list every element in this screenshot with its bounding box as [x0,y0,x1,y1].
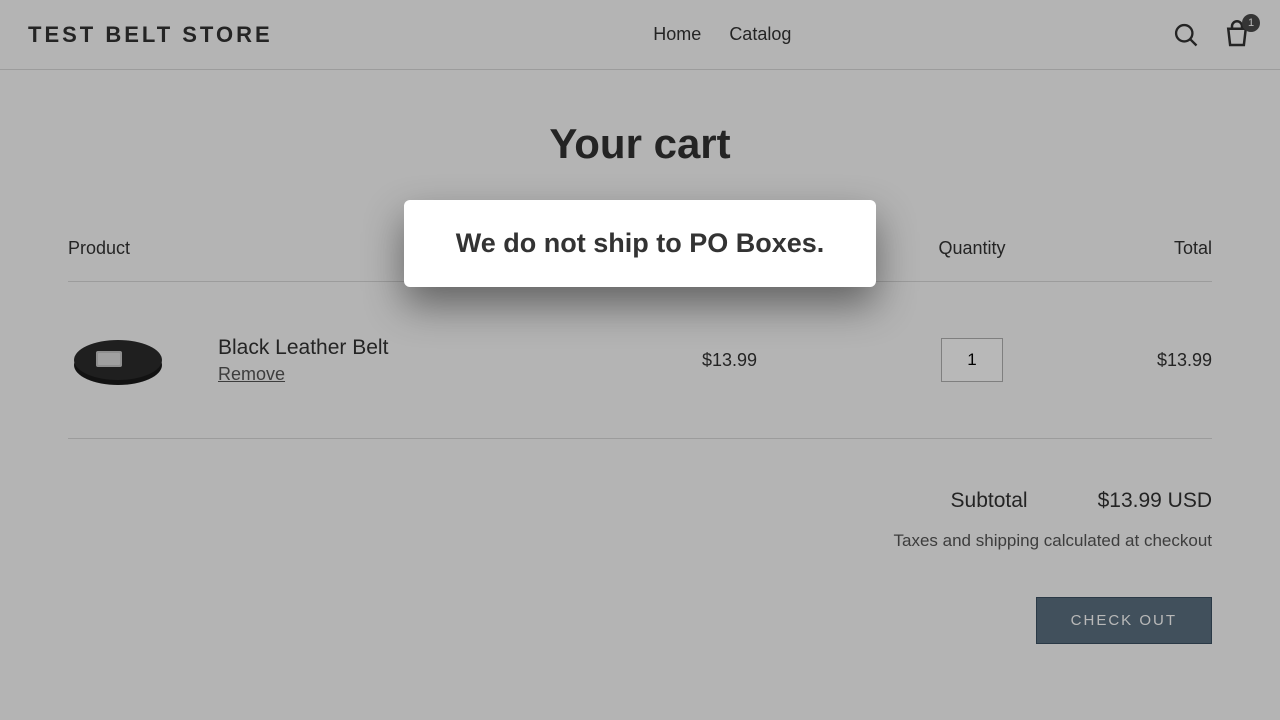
modal-overlay[interactable]: We do not ship to PO Boxes. [0,0,1280,720]
shipping-notice-modal: We do not ship to PO Boxes. [404,200,877,287]
modal-message: We do not ship to PO Boxes. [456,228,825,259]
